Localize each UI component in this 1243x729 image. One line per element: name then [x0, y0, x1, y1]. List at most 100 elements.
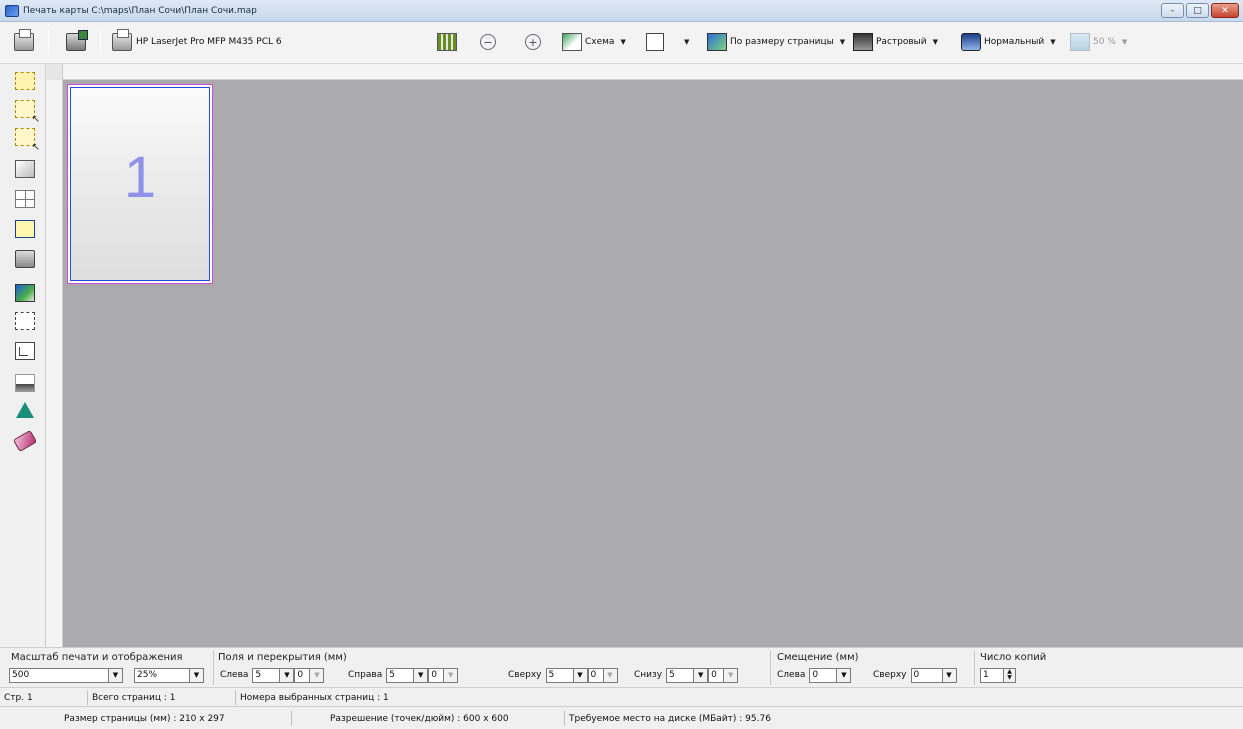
raster-mode-dropdown[interactable]: Растровый ▼	[853, 31, 938, 53]
chevron-down-icon[interactable]: ▼	[724, 667, 739, 683]
display-zoom-select[interactable]: 25% ▼	[134, 667, 204, 683]
offset-left-label: Слева	[777, 670, 806, 680]
copies-field[interactable]: 1	[980, 667, 1004, 683]
close-button[interactable]: ✕	[1211, 3, 1239, 18]
overlap-bottom-field[interactable]: 0	[708, 667, 725, 683]
overlap-right-field[interactable]: 0	[428, 667, 445, 683]
margin-bottom-field[interactable]: 5	[666, 667, 695, 683]
chevron-down-icon[interactable]: ▼	[942, 667, 957, 683]
offset-top-control: Сверху 0 ▼	[873, 667, 957, 683]
page-dash-icon[interactable]	[15, 312, 35, 330]
zoom-out-button[interactable]: −	[480, 31, 496, 53]
status-selected-pages: Номера выбранных страниц : 1	[240, 692, 389, 703]
chevron-down-icon[interactable]: ▼	[280, 667, 295, 683]
page-thumbnail[interactable]: 1	[67, 84, 213, 284]
printer-icon	[14, 29, 34, 51]
status-page-size: Размер страницы (мм) : 210 x 297	[8, 711, 292, 726]
margin-top-field[interactable]: 5	[545, 667, 574, 683]
transparency-label: 50 %	[1093, 37, 1116, 47]
chevron-down-icon[interactable]: ▼	[109, 667, 123, 683]
margin-top-control: Сверху 5 ▼ 0 ▼	[508, 667, 618, 683]
chevron-down-icon: ▼	[1050, 38, 1056, 46]
display-zoom-value[interactable]: 25%	[134, 667, 190, 683]
status-total-pages: Всего страниц : 1	[88, 690, 236, 705]
margin-left-control: Слева 5 ▼ 0 ▼	[220, 667, 325, 683]
fit-page-icon	[707, 33, 727, 51]
offset-left-field[interactable]: 0	[809, 667, 838, 683]
group-divider	[213, 651, 214, 685]
spin-down-icon[interactable]: ▼	[1007, 675, 1012, 681]
page-resize-icon[interactable]	[15, 342, 35, 360]
window-controls: – □ ✕	[1161, 3, 1239, 18]
scale-group-label: Масштаб печати и отображения	[11, 652, 183, 663]
chevron-down-icon[interactable]: ▼	[444, 667, 459, 683]
ruler-corner	[47, 64, 63, 80]
printer-name: HP LaserJet Pro MFP M435 PCL 6	[136, 37, 282, 47]
copies-spinner[interactable]: ▲ ▼	[1004, 667, 1016, 683]
print-button[interactable]	[14, 29, 34, 53]
chevron-down-icon: ▼	[620, 38, 626, 46]
chevron-down-icon[interactable]: ▼	[190, 667, 204, 683]
chevron-down-icon[interactable]: ▼	[603, 667, 618, 683]
copies-group-label: Число копий	[980, 652, 1047, 663]
zoom-in-button[interactable]: +	[525, 31, 541, 53]
mirror-icon[interactable]	[16, 402, 34, 418]
horizontal-ruler	[47, 64, 1243, 80]
scheme-label: Схема	[585, 37, 615, 47]
scheme-dropdown[interactable]: Схема ▼	[562, 31, 626, 53]
main-toolbar: HP LaserJet Pro MFP M435 PCL 6 − + Схема…	[0, 22, 1243, 64]
ink-fill-icon[interactable]	[15, 374, 35, 392]
overlap-top-field[interactable]: 0	[587, 667, 604, 683]
page-icon	[646, 33, 664, 51]
status-resolution: Разрешение (точек/дюйм) : 600 x 600	[292, 711, 565, 726]
eraser-icon[interactable]	[12, 429, 38, 453]
vertical-ruler	[47, 80, 63, 647]
offset-top-label: Сверху	[873, 670, 907, 680]
print-settings-panel: Масштаб печати и отображения 500 ▼ 25% ▼…	[0, 647, 1243, 687]
select-area-icon[interactable]	[15, 72, 35, 90]
margin-left-field[interactable]: 5	[252, 667, 281, 683]
print-setup-button[interactable]	[66, 30, 88, 53]
page-orientation-dropdown[interactable]: ▼	[646, 31, 689, 53]
raster-label: Растровый	[876, 37, 927, 47]
select-area-cursor-icon[interactable]	[15, 100, 40, 125]
chevron-down-icon[interactable]: ▼	[694, 667, 709, 683]
chevron-down-icon[interactable]: ▼	[573, 667, 588, 683]
chevron-down-icon[interactable]: ▼	[310, 667, 325, 683]
overlap-left-field[interactable]: 0	[294, 667, 311, 683]
status-current-page: Стр. 1	[0, 690, 88, 705]
group-divider	[974, 651, 975, 685]
left-toolbar	[0, 64, 46, 647]
transparency-dropdown[interactable]: 50 % ▼	[1070, 31, 1127, 53]
page-print-area: 1	[70, 87, 210, 281]
scale-value[interactable]: 500	[9, 667, 109, 683]
preview-workspace[interactable]: 1	[63, 80, 1243, 647]
printer-select[interactable]: HP LaserJet Pro MFP M435 PCL 6	[112, 29, 282, 53]
status-bar-info: Размер страницы (мм) : 210 x 297 Разреше…	[0, 706, 1243, 729]
print-quality-dropdown[interactable]: Нормальный ▼	[961, 31, 1056, 53]
printer-setup-icon	[66, 30, 88, 51]
chevron-down-icon[interactable]: ▼	[837, 667, 852, 683]
grid-button[interactable]	[437, 31, 457, 53]
margin-top-label: Сверху	[508, 670, 542, 680]
chevron-down-icon[interactable]: ▼	[414, 667, 429, 683]
scale-select[interactable]: 500 ▼	[9, 667, 123, 683]
chevron-down-icon: ▼	[684, 38, 690, 46]
maximize-button[interactable]: □	[1186, 3, 1209, 18]
margins-group-label: Поля и перекрытия (мм)	[218, 652, 347, 663]
pages-grid-icon[interactable]	[15, 190, 35, 208]
toolbar-separator	[48, 30, 49, 54]
printer-setup-icon[interactable]	[15, 250, 35, 268]
page-border-icon[interactable]	[15, 220, 35, 238]
minimize-button[interactable]: –	[1161, 3, 1184, 18]
offset-left-control: Слева 0 ▼	[777, 667, 852, 683]
title-bar: Печать карты C:\maps\План Сочи\План Сочи…	[0, 0, 1243, 22]
margin-right-field[interactable]: 5	[386, 667, 415, 683]
offset-top-field[interactable]: 0	[910, 667, 943, 683]
margin-right-control: Справа 5 ▼ 0 ▼	[348, 667, 459, 683]
color-icon[interactable]	[15, 284, 35, 302]
select-area-move-icon[interactable]	[15, 128, 40, 153]
fit-page-dropdown[interactable]: По размеру страницы ▼	[707, 31, 845, 53]
zoom-in-icon: +	[525, 34, 541, 50]
frame-icon[interactable]	[15, 160, 35, 178]
